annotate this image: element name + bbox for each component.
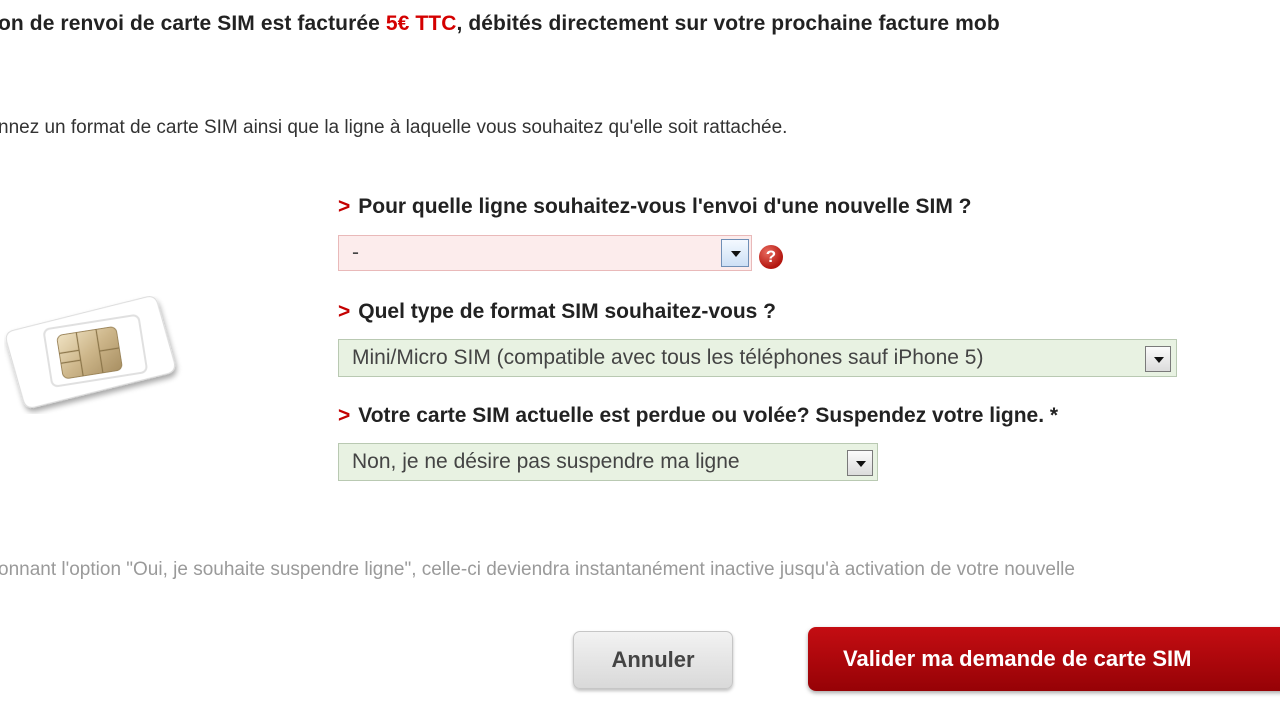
question-arrow: > <box>338 404 351 427</box>
suspend-question: > Votre carte SIM actuelle est perdue ou … <box>338 404 1058 428</box>
chevron-down-icon[interactable] <box>1145 346 1171 372</box>
format-question-label: Quel type de format SIM souhaitez-vous ? <box>358 300 776 323</box>
question-arrow: > <box>338 195 351 218</box>
format-select-value: Mini/Micro SIM (compatible avec tous les… <box>352 346 984 369</box>
chevron-down-icon[interactable] <box>721 239 749 267</box>
cancel-button[interactable]: Annuler <box>573 631 733 689</box>
format-question: > Quel type de format SIM souhaitez-vous … <box>338 300 776 324</box>
fee-notice-prefix: on de renvoi de carte SIM est facturée <box>0 12 386 35</box>
suspend-select[interactable]: Non, je ne désire pas suspendre ma ligne <box>338 443 878 481</box>
suspend-question-label: Votre carte SIM actuelle est perdue ou v… <box>358 404 1059 427</box>
fee-notice: on de renvoi de carte SIM est facturée 5… <box>0 12 1000 36</box>
format-select[interactable]: Mini/Micro SIM (compatible avec tous les… <box>338 339 1177 377</box>
question-arrow: > <box>338 300 351 323</box>
sim-card-icon <box>5 296 176 408</box>
fee-price: 5€ TTC <box>385 12 457 35</box>
line-select[interactable]: - <box>338 235 752 271</box>
error-question-icon[interactable]: ? <box>759 245 783 269</box>
line-question: > Pour quelle ligne souhaitez-vous l'envo… <box>338 195 972 219</box>
chevron-down-icon[interactable] <box>847 450 873 476</box>
sim-request-page: on de renvoi de carte SIM est facturée 5… <box>0 0 1280 720</box>
suspend-select-value: Non, je ne désire pas suspendre ma ligne <box>352 450 740 473</box>
line-question-label: Pour quelle ligne souhaitez-vous l'envoi… <box>358 195 972 218</box>
instruction-text: nnez un format de carte SIM ainsi que la… <box>0 117 788 138</box>
fee-notice-suffix: , débités directement sur votre prochain… <box>456 12 1000 35</box>
line-select-value: - <box>352 241 359 264</box>
suspend-note: onnant l'option "Oui, je souhaite suspen… <box>0 559 1075 580</box>
submit-sim-request-button[interactable]: Valider ma demande de carte SIM <box>808 627 1280 691</box>
